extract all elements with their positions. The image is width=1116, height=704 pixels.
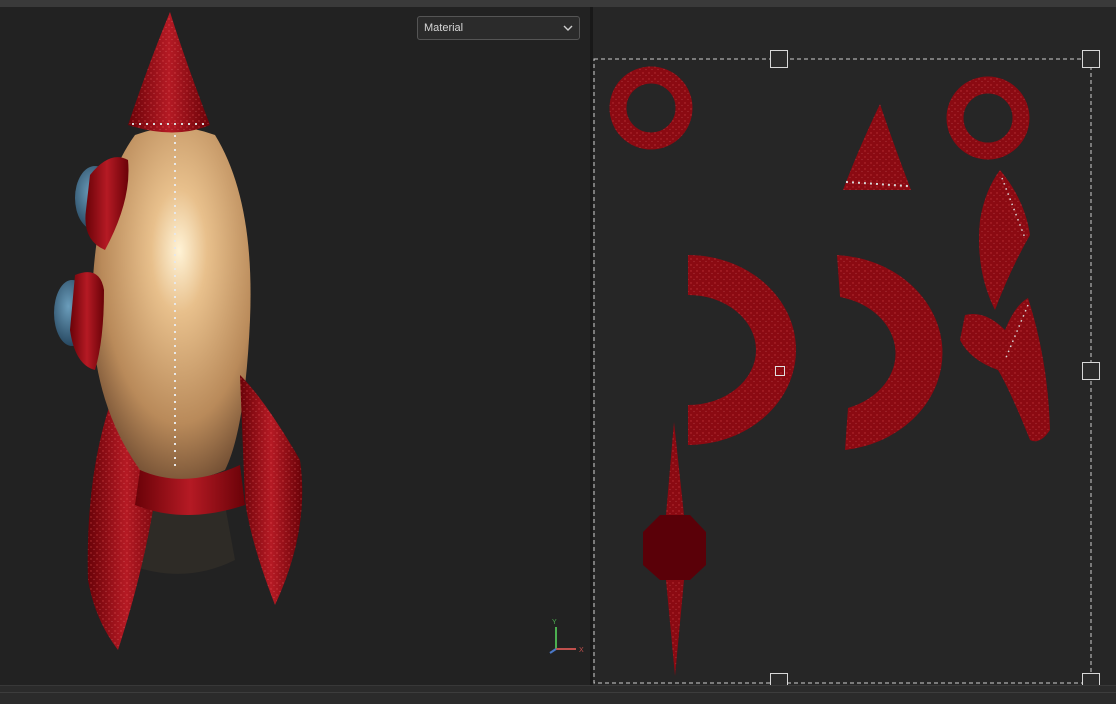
transform-handle-bottom-center[interactable] — [770, 673, 788, 685]
window-top-bar — [0, 0, 1116, 7]
axis-gizmo-icon: Y X — [546, 617, 586, 657]
transform-pivot-handle[interactable] — [775, 366, 785, 376]
half-ring-island-middle[interactable] — [837, 255, 943, 450]
transform-handle-middle-right[interactable] — [1082, 362, 1100, 380]
transform-handle-top-right[interactable] — [1082, 50, 1100, 68]
display-mode-dropdown[interactable]: Material — [417, 16, 580, 40]
nose-cone-island[interactable] — [843, 104, 911, 190]
status-bar — [0, 685, 1116, 704]
uv-editor-panel[interactable] — [593, 7, 1116, 685]
axis-y-label: Y — [552, 619, 557, 626]
fin-island-upper-right[interactable] — [979, 170, 1030, 310]
3d-viewport[interactable]: Material Y X — [0, 7, 590, 685]
transform-handle-top-center[interactable] — [770, 50, 788, 68]
axis-x-label: X — [579, 647, 584, 654]
fin-island-right[interactable] — [960, 298, 1050, 442]
uv-layout[interactable] — [593, 7, 1116, 685]
ring-island-right[interactable] — [946, 76, 1030, 160]
chevron-down-icon — [563, 25, 573, 31]
transform-handle-bottom-right[interactable] — [1082, 673, 1100, 685]
half-ring-island-left[interactable] — [688, 255, 796, 445]
ring-island-left[interactable] — [609, 66, 693, 150]
display-mode-label: Material — [424, 22, 464, 34]
spike-island[interactable] — [643, 422, 706, 676]
rocket-model[interactable] — [0, 7, 590, 685]
